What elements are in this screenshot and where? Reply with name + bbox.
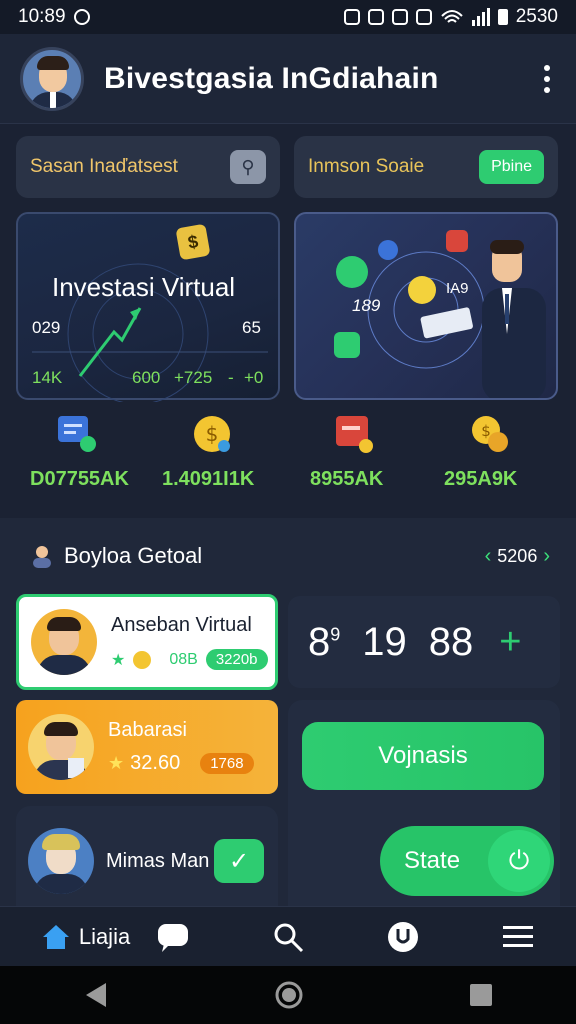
search-card-label: Sasan Inaďatsest — [30, 156, 178, 177]
recents-icon[interactable] — [468, 982, 494, 1008]
stat-label: 1.4091I1K — [162, 468, 255, 490]
score-a: 89 — [308, 619, 341, 664]
list-item-name: Babarasi — [108, 719, 187, 741]
battery-level: 2530 — [515, 6, 558, 27]
status-bar: 10:89 2530 — [0, 0, 576, 34]
portfolio-icon — [336, 416, 373, 453]
star-icon: ★ — [108, 753, 125, 773]
wallet-icon — [58, 416, 96, 452]
power-icon: ⏻ — [488, 830, 550, 892]
score-b: 19 — [362, 619, 407, 664]
list-item-name: Mimas Man — [106, 849, 210, 872]
list-item[interactable]: Anseban Virtual ★ 08B 3220b — [16, 594, 278, 690]
notification-icon — [73, 9, 90, 25]
panel-value-b: 65 — [242, 318, 261, 337]
profile-icon[interactable] — [386, 920, 420, 954]
pager: ‹ 5206 › — [485, 545, 550, 568]
user-icon — [33, 546, 51, 568]
calendar-icon — [415, 9, 432, 25]
panel-row-e: +0 — [244, 368, 264, 387]
wifi-icon — [441, 10, 463, 23]
search-icon[interactable] — [272, 921, 304, 953]
coin-badge-icon: $ — [175, 223, 211, 261]
status-time: 10:89 — [18, 6, 66, 27]
search-icon[interactable]: ⚲ — [230, 150, 266, 184]
coin-icon — [133, 650, 152, 669]
promo-button[interactable]: Pbine — [479, 150, 544, 184]
panel-title: Investasi Virtual — [52, 272, 236, 302]
star-icon: ★ — [111, 651, 126, 669]
app-header: Bivestgasia InGdiahain — [0, 34, 576, 124]
state-button-label: State — [404, 847, 461, 874]
state-button[interactable]: State ⏻ — [380, 826, 554, 896]
profile-avatar[interactable] — [20, 46, 84, 111]
promo-card-label: Inmson Soaie — [308, 156, 425, 177]
back-icon[interactable] — [82, 981, 110, 1009]
panel-row-b: 600 — [132, 368, 161, 387]
advisor-panel: 189 IA9 — [294, 212, 558, 400]
svg-text:$: $ — [206, 422, 219, 446]
panel-row-d: - — [228, 368, 234, 387]
primary-button[interactable]: Vojnasis — [302, 722, 544, 790]
list-item-score: 32.60 — [130, 752, 181, 774]
list-item-tag: 1768 — [200, 753, 254, 774]
checkmark-icon[interactable]: ✓ — [214, 839, 264, 883]
nav-home[interactable]: Liajia — [41, 922, 190, 952]
panel-row-a: 14K — [32, 368, 63, 387]
list-item-tag: 3220b — [205, 649, 268, 670]
list-item-score: 08B — [169, 650, 198, 668]
chat-icon — [158, 923, 189, 952]
svg-text:$: $ — [481, 422, 491, 440]
advisor-value-b: IA9 — [446, 280, 469, 297]
coins-stack-icon: $ — [472, 416, 508, 452]
section-header: Boyloa Getoal ‹ 5206 › — [30, 536, 550, 576]
bottom-nav: Liajia — [0, 906, 576, 966]
list-item[interactable]: Mimas Man ✓ — [16, 818, 278, 904]
list-avatar — [28, 714, 94, 780]
panel-row-c: +725 — [174, 368, 213, 387]
advisor-value-a: 189 — [352, 296, 381, 315]
panel-value-a: 029 — [32, 318, 61, 337]
scoreboard: 89 19 88 + — [288, 596, 560, 688]
list-item-name: Anseban Virtual — [111, 614, 252, 636]
section-title: Boyloa Getoal — [64, 543, 203, 568]
stat-label: D07755AK — [30, 468, 129, 490]
advisor-illustration — [334, 230, 546, 398]
more-menu-icon[interactable] — [538, 59, 556, 99]
pager-value: 5206 — [497, 545, 538, 566]
home-button-icon[interactable] — [274, 980, 304, 1010]
signal-icon — [471, 8, 490, 26]
list-avatar — [28, 828, 94, 894]
battery-icon — [497, 9, 508, 25]
app-title: Bivestgasia InGdiahain — [104, 61, 439, 95]
camera-icon — [367, 9, 384, 25]
nav-home-label: Liajia — [78, 923, 131, 949]
add-icon[interactable]: + — [499, 621, 521, 664]
home-icon — [42, 924, 69, 949]
menu-icon[interactable] — [501, 923, 535, 951]
stat-label: 295A9K — [444, 468, 518, 490]
message-icon — [391, 9, 408, 25]
stat-label: 8955AK — [310, 468, 384, 490]
chevron-left-icon[interactable]: ‹ — [485, 545, 492, 568]
coin-icon: $ — [194, 416, 230, 452]
system-nav-bar — [0, 966, 576, 1024]
list-item[interactable]: Babarasi ★ 32.60 1768 — [16, 700, 278, 794]
investment-panel: $ Investasi Virtual 029 65 14K 600 +725 … — [16, 212, 280, 402]
chevron-right-icon[interactable]: › — [543, 545, 550, 568]
search-card[interactable]: Sasan Inaďatsest ⚲ — [16, 136, 280, 198]
shield-icon — [343, 9, 360, 25]
list-avatar — [31, 609, 97, 675]
promo-card: Inmson Soaie Pbine — [294, 136, 558, 198]
score-c: 88 — [428, 619, 474, 664]
